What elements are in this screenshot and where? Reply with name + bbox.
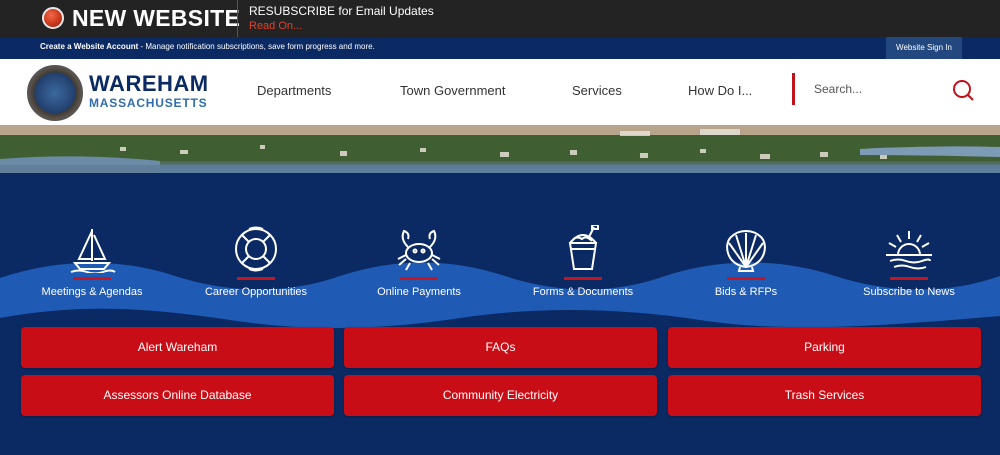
nav-departments[interactable]: Departments <box>257 83 331 98</box>
logo-state[interactable]: MASSACHUSETTS <box>89 96 207 110</box>
quick-link-label: Bids & RFPs <box>714 286 778 298</box>
search-divider <box>792 73 795 105</box>
quick-link-label: Meetings & Agendas <box>41 286 143 298</box>
quick-link-accent <box>73 277 111 280</box>
town-seal-logo[interactable] <box>27 65 83 121</box>
sand-bucket-icon <box>568 225 599 270</box>
faqs-button[interactable]: FAQs <box>344 327 657 368</box>
community-electricity-button[interactable]: Community Electricity <box>344 375 657 416</box>
account-bar: Create a Website Account - Manage notifi… <box>0 37 1000 59</box>
quick-link-subscribe[interactable]: Subscribe to News <box>834 225 984 298</box>
search-input[interactable] <box>814 80 934 98</box>
search-icon[interactable] <box>952 79 974 101</box>
alert-bar: NEW WEBSITE RESUBSCRIBE for Email Update… <box>0 0 1000 37</box>
crab-icon <box>397 229 441 271</box>
quick-link-label: Subscribe to News <box>863 286 955 298</box>
create-account-link[interactable]: Create a Website Account <box>40 42 138 51</box>
site-header: WAREHAM MASSACHUSETTS Departments Town G… <box>0 59 1000 125</box>
alert-wareham-button[interactable]: Alert Wareham <box>21 327 334 368</box>
sunrise-icon <box>886 231 932 270</box>
harbor-landscape-image <box>0 125 1000 173</box>
life-ring-icon <box>235 226 277 272</box>
quick-link-payments[interactable]: Online Payments <box>344 225 494 298</box>
alert-message: RESUBSCRIBE for Email Updates <box>249 4 434 18</box>
quick-link-accent <box>890 277 928 280</box>
nav-services[interactable]: Services <box>572 83 622 98</box>
assessors-database-button[interactable]: Assessors Online Database <box>21 375 334 416</box>
parking-button[interactable]: Parking <box>668 327 981 368</box>
nav-town-government[interactable]: Town Government <box>400 83 506 98</box>
seashell-icon <box>726 230 766 272</box>
quick-link-bids[interactable]: Bids & RFPs <box>671 225 821 298</box>
account-description: - Manage notification subscriptions, sav… <box>138 42 375 51</box>
alert-title: NEW WEBSITE <box>72 5 241 31</box>
sailboat-icon <box>70 229 116 273</box>
quick-link-careers[interactable]: Career Opportunities <box>181 225 331 298</box>
website-sign-in-button[interactable]: Website Sign In <box>886 37 962 59</box>
main-section: Meetings & Agendas Career Opportunities … <box>0 173 1000 455</box>
trash-services-button[interactable]: Trash Services <box>668 375 981 416</box>
quick-link-accent <box>727 277 765 280</box>
quick-link-label: Online Payments <box>377 286 461 298</box>
quick-link-accent <box>237 277 275 280</box>
quick-link-label: Career Opportunities <box>204 286 308 298</box>
logo-name[interactable]: WAREHAM <box>89 71 209 97</box>
hero-photo <box>0 125 1000 173</box>
nav-how-do-i[interactable]: How Do I... <box>688 83 752 98</box>
account-message: Create a Website Account - Manage notifi… <box>40 42 375 51</box>
alert-dot-icon <box>42 7 64 29</box>
quick-link-accent <box>400 277 438 280</box>
quick-link-accent <box>564 277 602 280</box>
quick-link-meetings[interactable]: Meetings & Agendas <box>17 225 167 298</box>
alert-divider <box>237 0 238 37</box>
quick-link-label: Forms & Documents <box>532 286 634 298</box>
alert-read-on-link[interactable]: Read On... <box>249 20 302 32</box>
quick-link-forms[interactable]: Forms & Documents <box>508 225 658 298</box>
